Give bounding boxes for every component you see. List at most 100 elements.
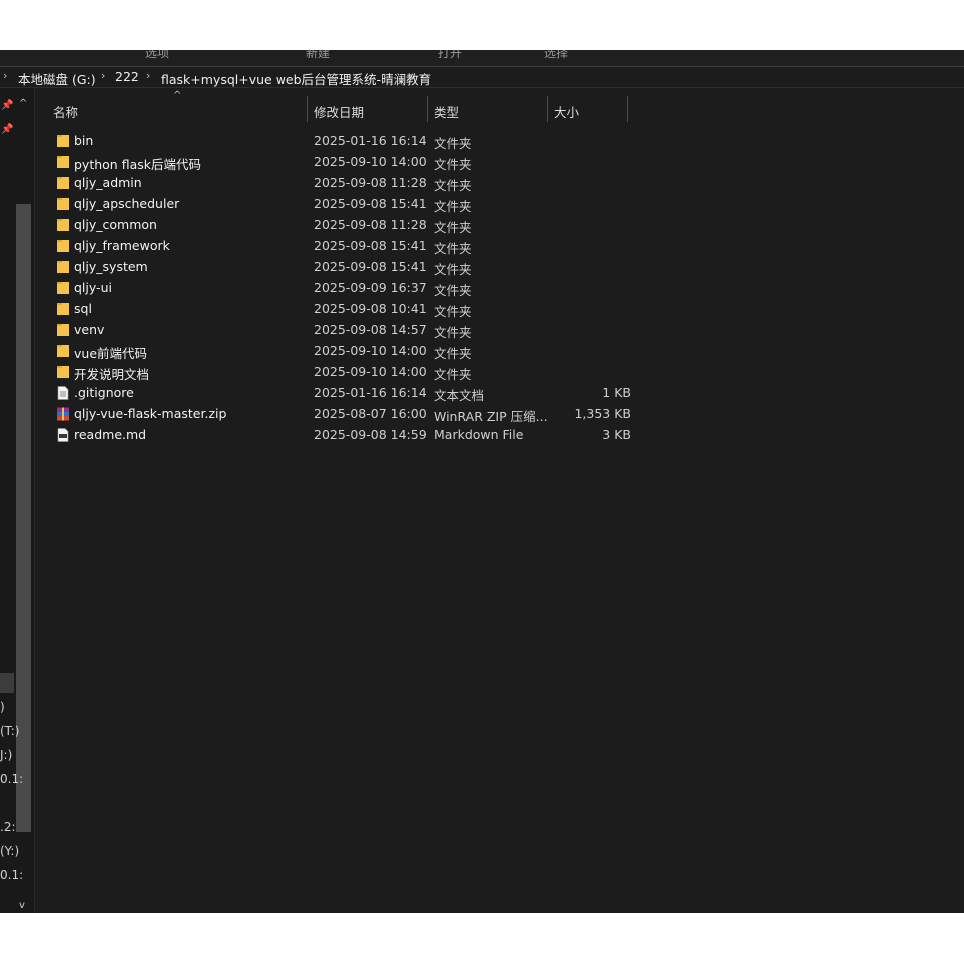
nav-item[interactable]: 0.1: (0, 868, 23, 882)
file-modified-date: 2025-01-16 16:14 (314, 133, 427, 148)
folder-icon (57, 219, 69, 231)
breadcrumb-folder-222[interactable]: 222 (115, 69, 139, 84)
file-list-view[interactable]: ^ 名称 修改日期 类型 大小 bin 2025-01-16 16:14 文件夹 py… (35, 88, 964, 913)
file-row[interactable]: qljy_system 2025-09-08 15:41 文件夹 (51, 257, 631, 278)
markdown-file-icon (57, 428, 69, 442)
nav-item[interactable]: ) (0, 700, 5, 714)
file-name: venv (74, 322, 105, 337)
breadcrumb-separator-icon[interactable]: › (101, 69, 105, 82)
file-type: 文件夹 (434, 367, 472, 382)
column-header-date[interactable]: 修改日期 (308, 96, 427, 124)
file-row[interactable]: python flask后端代码 2025-09-10 14:00 文件夹 (51, 152, 631, 173)
file-row[interactable]: sql 2025-09-08 10:41 文件夹 (51, 299, 631, 320)
pin-icon[interactable]: 📌 (1, 100, 13, 111)
nav-item[interactable]: (Y:) (0, 844, 19, 858)
file-type: Markdown File (434, 427, 524, 442)
scroll-up-icon[interactable]: ^ (19, 98, 27, 109)
column-divider[interactable] (627, 96, 628, 122)
file-row[interactable]: qljy_apscheduler 2025-09-08 15:41 文件夹 (51, 194, 631, 215)
file-row[interactable]: vue前端代码 2025-09-10 14:00 文件夹 (51, 341, 631, 362)
file-modified-date: 2025-09-08 11:28 (314, 217, 427, 232)
breadcrumb-current-folder[interactable]: flask+mysql+vue web后台管理系统-晴澜教育 (161, 69, 431, 88)
scroll-down-icon[interactable]: v (19, 900, 25, 911)
file-row[interactable]: .gitignore 2025-01-16 16:14 文本文档 1 KB (51, 383, 631, 404)
file-name: 开发说明文档 (74, 367, 150, 382)
nav-item[interactable]: 0.1: (0, 772, 23, 786)
file-modified-date: 2025-09-08 15:41 (314, 238, 427, 253)
file-name: vue前端代码 (74, 346, 148, 361)
file-size: 3 KB (602, 427, 631, 442)
file-row[interactable]: readme.md 2025-09-08 14:59 Markdown File 3 … (51, 425, 631, 446)
ribbon-options-button[interactable]: 选项 (145, 50, 169, 61)
file-size: 1 KB (602, 385, 631, 400)
file-type: 文件夹 (434, 304, 472, 319)
file-modified-date: 2025-09-08 14:57 (314, 322, 427, 337)
breadcrumb-drive[interactable]: 本地磁盘 (G:) (18, 69, 96, 88)
file-modified-date: 2025-09-10 14:00 (314, 154, 427, 169)
folder-icon (57, 366, 69, 378)
file-type: 文件夹 (434, 178, 472, 193)
navigation-pane[interactable]: 📌 ^ 📌 ) (T:) J:) 0.1: .2: (Y:) 0.1: v (0, 88, 35, 913)
folder-icon (57, 198, 69, 210)
ribbon-open-button[interactable]: 打开 (438, 50, 462, 61)
file-modified-date: 2025-09-08 15:41 (314, 196, 427, 211)
nav-item[interactable]: .2: (0, 820, 16, 834)
file-modified-date: 2025-09-08 15:41 (314, 259, 427, 274)
breadcrumb-separator-icon[interactable]: › (146, 69, 150, 82)
file-row[interactable]: qljy-ui 2025-09-09 16:37 文件夹 (51, 278, 631, 299)
column-header-size[interactable]: 大小 (548, 96, 627, 124)
text-file-icon (57, 386, 69, 400)
file-modified-date: 2025-09-08 11:28 (314, 175, 427, 190)
ribbon-toolbar: 选项 新建 打开 选择 (0, 50, 964, 67)
file-name: qljy_framework (74, 238, 170, 253)
file-row[interactable]: qljy_common 2025-09-08 11:28 文件夹 (51, 215, 631, 236)
ribbon-select-button[interactable]: 选择 (544, 50, 568, 61)
folder-icon (57, 303, 69, 315)
file-type: WinRAR ZIP 压缩... (434, 409, 548, 424)
file-modified-date: 2025-09-09 16:37 (314, 280, 427, 295)
pin-icon[interactable]: 📌 (1, 124, 13, 135)
file-row[interactable]: 开发说明文档 2025-09-10 14:00 文件夹 (51, 362, 631, 383)
file-modified-date: 2025-09-08 10:41 (314, 301, 427, 316)
file-name: qljy_system (74, 259, 148, 274)
folder-icon (57, 282, 69, 294)
file-name: qljy_admin (74, 175, 142, 190)
file-row[interactable]: qljy_admin 2025-09-08 11:28 文件夹 (51, 173, 631, 194)
file-name: qljy_apscheduler (74, 196, 180, 211)
file-type: 文件夹 (434, 199, 472, 214)
column-header-name[interactable]: 名称 (35, 96, 307, 124)
file-type: 文件夹 (434, 325, 472, 340)
file-name: qljy-ui (74, 280, 112, 295)
file-row[interactable]: qljy_framework 2025-09-08 15:41 文件夹 (51, 236, 631, 257)
file-type: 文件夹 (434, 262, 472, 277)
column-header-type[interactable]: 类型 (428, 96, 547, 124)
file-explorer-window: 选项 新建 打开 选择 › 本地磁盘 (G:) › 222 › flask+my… (0, 50, 964, 913)
folder-icon (57, 324, 69, 336)
file-modified-date: 2025-08-07 16:00 (314, 406, 427, 421)
file-size: 1,353 KB (574, 406, 631, 421)
file-type: 文件夹 (434, 136, 472, 151)
file-row[interactable]: bin 2025-01-16 16:14 文件夹 (51, 131, 631, 152)
file-row[interactable]: qljy-vue-flask-master.zip 2025-08-07 16:0… (51, 404, 631, 425)
file-type: 文件夹 (434, 157, 472, 172)
nav-item[interactable]: J:) (0, 748, 12, 762)
folder-icon (57, 177, 69, 189)
address-bar[interactable]: › 本地磁盘 (G:) › 222 › flask+mysql+vue web后… (0, 67, 964, 88)
file-name: .gitignore (74, 385, 134, 400)
file-name: qljy-vue-flask-master.zip (74, 406, 227, 421)
folder-icon (57, 240, 69, 252)
file-row[interactable]: venv 2025-09-08 14:57 文件夹 (51, 320, 631, 341)
breadcrumb-separator-icon[interactable]: › (3, 69, 7, 82)
ribbon-new-button[interactable]: 新建 (306, 50, 330, 61)
folder-icon (57, 345, 69, 357)
nav-selected-item[interactable] (0, 673, 14, 693)
nav-item[interactable]: (T:) (0, 724, 19, 738)
file-modified-date: 2025-09-08 14:59 (314, 427, 427, 442)
file-modified-date: 2025-01-16 16:14 (314, 385, 427, 400)
winrar-archive-icon (57, 407, 69, 421)
file-name: readme.md (74, 427, 147, 442)
file-type: 文件夹 (434, 241, 472, 256)
folder-icon (57, 261, 69, 273)
file-modified-date: 2025-09-10 14:00 (314, 343, 427, 358)
file-type: 文件夹 (434, 220, 472, 235)
